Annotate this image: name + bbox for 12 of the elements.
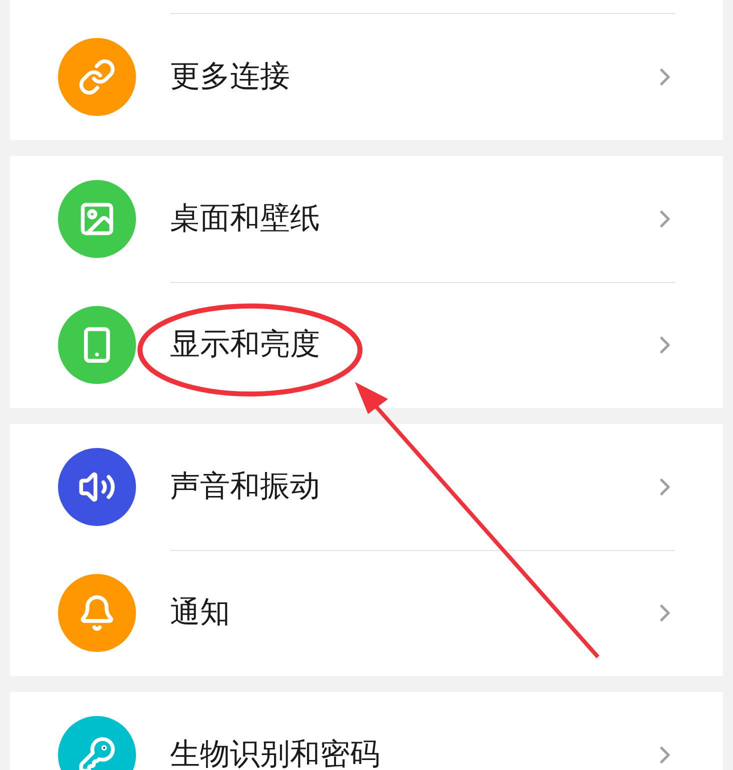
settings-item[interactable]: 通知 xyxy=(10,550,723,676)
item-label: 更多连接 xyxy=(170,62,290,92)
settings-item[interactable]: 生物识别和密码 xyxy=(10,692,723,770)
settings-item[interactable]: 更多连接 xyxy=(10,14,723,140)
settings-item[interactable]: 显示和亮度 xyxy=(10,282,723,408)
item-label: 通知 xyxy=(170,598,230,628)
item-label: 显示和亮度 xyxy=(170,330,320,360)
item-label: 声音和振动 xyxy=(170,472,320,502)
settings-item[interactable]: 桌面和壁纸 xyxy=(10,156,723,282)
item-label: 桌面和壁纸 xyxy=(170,204,320,234)
item-label: 生物识别和密码 xyxy=(170,740,380,770)
settings-item[interactable]: 声音和振动 xyxy=(10,424,723,550)
